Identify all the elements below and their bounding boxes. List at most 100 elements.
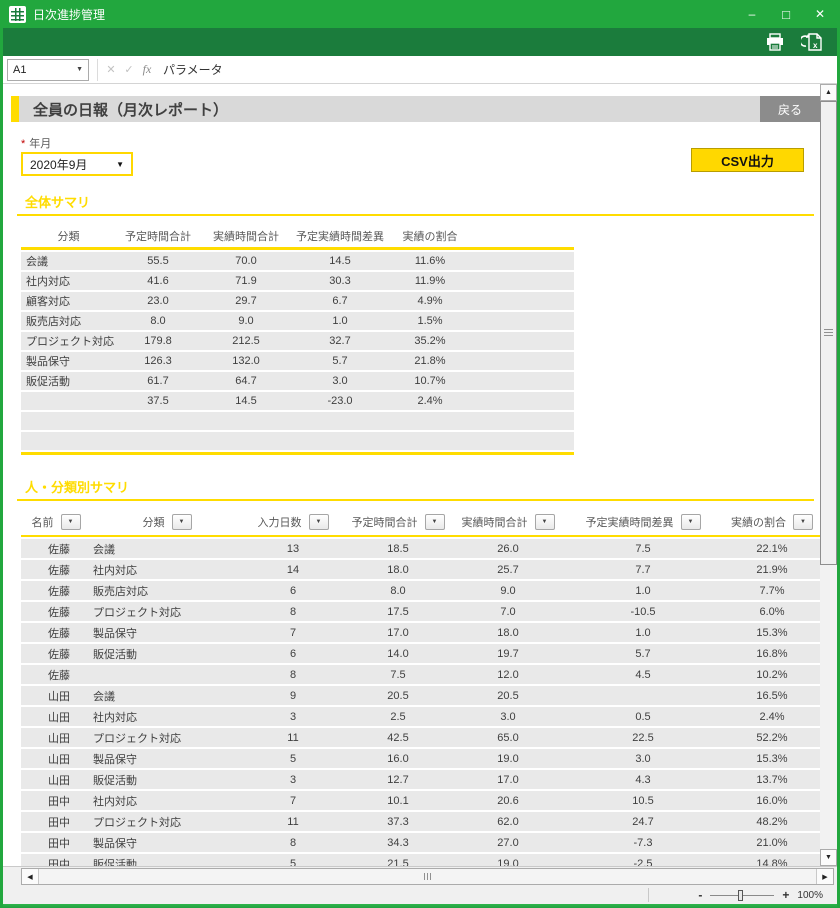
cell-input-days: 7	[243, 795, 343, 807]
cell-planned-total: 17.0	[343, 627, 453, 639]
cell-actual-total: 70.0	[200, 255, 292, 267]
table-row: 田中 製品保守 8 34.3 27.0 -7.3 21.0%	[21, 833, 820, 852]
toolbar: x	[3, 28, 837, 56]
cell-name: 田中	[21, 856, 91, 867]
cell-difference: 10.5	[563, 795, 723, 807]
filter-button[interactable]: ▼	[425, 514, 445, 530]
name-box-dropdown-icon[interactable]: ▼	[76, 66, 83, 73]
filter-button[interactable]: ▼	[535, 514, 555, 530]
year-month-label: *年月	[21, 135, 820, 148]
cancel-icon[interactable]: ✕	[102, 63, 120, 76]
close-icon[interactable]: ✕	[803, 0, 837, 28]
table-row: 製品保守 126.3 132.0 5.7 21.8%	[21, 352, 574, 370]
vertical-scroll-track[interactable]	[820, 101, 837, 849]
cell-ratio: 6.0%	[723, 606, 820, 618]
cell-planned-total: 41.6	[116, 275, 200, 287]
cell-difference: 7.7	[563, 564, 723, 576]
name-box[interactable]: A1 ▼	[7, 59, 89, 81]
cell-ratio: 10.7%	[388, 375, 472, 387]
person-summary-heading: 人・分類別サマリ	[17, 477, 814, 501]
cell-difference: 24.7	[563, 816, 723, 828]
scroll-left-icon[interactable]: ◀	[22, 869, 38, 884]
column-header: 予定実績時間差異 ▼	[563, 514, 723, 530]
csv-export-button[interactable]: CSV出力	[691, 148, 804, 172]
cell-difference: 6.7	[292, 295, 388, 307]
cell-ratio: 48.2%	[723, 816, 820, 828]
scroll-up-icon[interactable]: ▲	[820, 84, 837, 101]
table-row: 佐藤 プロジェクト対応 8 17.5 7.0 -10.5 6.0%	[21, 602, 820, 621]
cell-actual-total: 26.0	[453, 543, 563, 555]
cell-category: プロジェクト対応	[91, 730, 243, 746]
scroll-down-icon[interactable]: ▼	[820, 849, 837, 866]
scroll-right-icon[interactable]: ▶	[817, 869, 833, 884]
formula-input[interactable]: パラメータ	[156, 61, 835, 78]
filter-arrow-icon: ▼	[68, 519, 74, 525]
maximize-icon[interactable]: □	[769, 0, 803, 28]
filter-button[interactable]: ▼	[793, 514, 813, 530]
cell-name: 佐藤	[21, 562, 91, 578]
cell-planned-total: 16.0	[343, 753, 453, 765]
cell-difference: 3.0	[292, 375, 388, 387]
column-header: 名前 ▼	[21, 514, 91, 530]
minimize-icon[interactable]: –	[735, 0, 769, 28]
column-header: 予定実績時間差異	[292, 228, 388, 244]
cell-input-days: 8	[243, 669, 343, 681]
year-month-select[interactable]: 2020年9月 ▼	[21, 152, 133, 176]
scroll-grip	[424, 873, 432, 880]
zoom-out-icon[interactable]: -	[698, 889, 702, 901]
cell-difference: 1.0	[563, 585, 723, 597]
back-button[interactable]: 戻る	[760, 96, 820, 122]
cell-difference: 4.3	[563, 774, 723, 786]
cell-input-days: 3	[243, 711, 343, 723]
filter-arrow-icon: ▼	[800, 519, 806, 525]
cell-planned-total: 14.0	[343, 648, 453, 660]
cell-ratio: 11.6%	[388, 255, 472, 267]
table-row: 田中 社内対応 7 10.1 20.6 10.5 16.0%	[21, 791, 820, 810]
cell-ratio: 35.2%	[388, 335, 472, 347]
horizontal-scrollbar[interactable]: ◀ ▶	[21, 868, 834, 885]
cell-category: プロジェクト対応	[91, 814, 243, 830]
cell-actual-total: 12.0	[453, 669, 563, 681]
table-row: 顧客対応 23.0 29.7 6.7 4.9%	[21, 292, 574, 310]
cell-difference: 22.5	[563, 732, 723, 744]
cell-input-days: 3	[243, 774, 343, 786]
cell-actual-total: 19.0	[453, 858, 563, 867]
function-icon[interactable]: fx	[138, 62, 156, 77]
cell-actual-total: 20.6	[453, 795, 563, 807]
horizontal-scroll-thumb[interactable]	[38, 869, 817, 884]
filter-button[interactable]: ▼	[61, 514, 81, 530]
zoom-slider-thumb[interactable]	[738, 890, 743, 901]
cell-category: 製品保守	[91, 625, 243, 641]
cell-category: 販促活動	[21, 373, 116, 389]
app-window: 日次進捗管理 – □ ✕ x	[0, 0, 840, 908]
confirm-icon[interactable]: ✓	[120, 63, 138, 76]
cell-name: 山田	[21, 688, 91, 704]
cell-planned-total: 18.0	[343, 564, 453, 576]
cell-planned-total: 42.5	[343, 732, 453, 744]
filter-button[interactable]: ▼	[309, 514, 329, 530]
cell-ratio: 2.4%	[388, 395, 472, 407]
cell-input-days: 8	[243, 606, 343, 618]
cell-planned-total: 2.5	[343, 711, 453, 723]
cell-ratio: 16.0%	[723, 795, 820, 807]
filter-button[interactable]: ▼	[172, 514, 192, 530]
filter-arrow-icon: ▼	[432, 519, 438, 525]
filter-button[interactable]: ▼	[681, 514, 701, 530]
overall-summary-heading: 全体サマリ	[17, 192, 814, 216]
zoom-slider[interactable]	[710, 890, 774, 901]
zoom-in-icon[interactable]: +	[782, 889, 789, 901]
print-icon[interactable]	[763, 30, 787, 54]
cell-name: 山田	[21, 751, 91, 767]
excel-export-icon[interactable]: x	[800, 30, 824, 54]
column-header: 予定時間合計 ▼	[343, 514, 453, 530]
cell-name: 佐藤	[21, 541, 91, 557]
vertical-scrollbar[interactable]: ▲ ▼	[820, 84, 837, 866]
cell-name: 佐藤	[21, 625, 91, 641]
cell-planned-total: 7.5	[343, 669, 453, 681]
cell-planned-total: 126.3	[116, 355, 200, 367]
page-content: 全員の日報（月次レポート） 戻る *年月 2020年9月 ▼ CSV出力 全体サ…	[3, 84, 820, 866]
overall-summary-table: 分類予定時間合計実績時間合計予定実績時間差異実績の割合 会議 55.5 70.0…	[21, 228, 574, 455]
vertical-scroll-thumb[interactable]	[820, 101, 837, 565]
cell-name: 佐藤	[21, 583, 91, 599]
table-header: 名前 ▼ 分類 ▼ 入力日数 ▼	[21, 511, 820, 537]
